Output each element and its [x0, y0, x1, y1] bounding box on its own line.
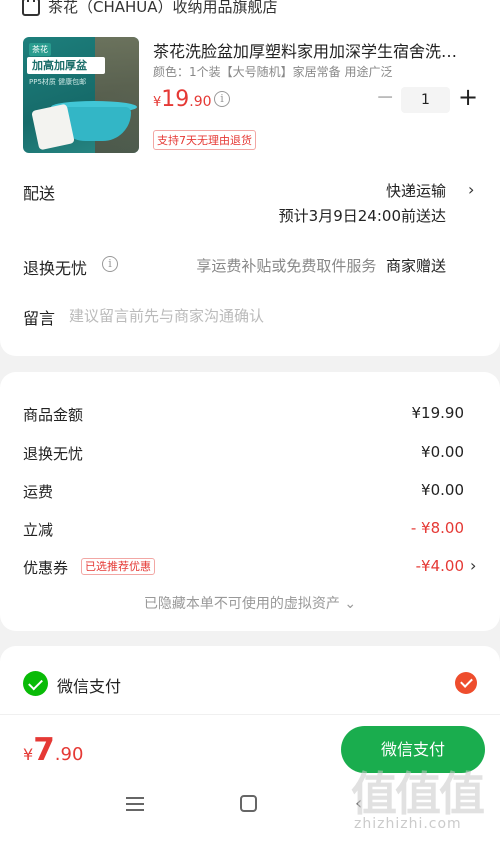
- selected-check-icon[interactable]: [455, 672, 477, 694]
- returns-desc-text: 享运费补贴或免费取件服务: [196, 257, 377, 275]
- product-price: ¥19.90: [153, 87, 212, 112]
- shop-header[interactable]: 茶花（CHAHUA）收纳用品旗舰店: [22, 0, 278, 17]
- total-currency: ¥: [23, 745, 34, 764]
- total-price: ¥7.90: [23, 732, 83, 768]
- returns-info-icon[interactable]: i: [102, 256, 118, 272]
- subtotal-label: 商品金额: [23, 406, 84, 424]
- quantity-input[interactable]: 1: [401, 87, 450, 113]
- delivery-method[interactable]: 快递运输: [386, 180, 446, 201]
- divider: [0, 714, 500, 715]
- back-icon[interactable]: ‹: [355, 793, 362, 814]
- returns-label: 退换无忧: [23, 259, 88, 278]
- coupon-label: 优惠券: [23, 559, 69, 577]
- returns-gift-text: 商家赠送: [385, 257, 446, 275]
- payment-card: 微信支付 ¥7.90 微信支付 ‹ 值值值 zhizhizhi.com: [0, 646, 500, 841]
- product-spec[interactable]: 颜色：1个装【大号随机】家居常备 用途广泛: [153, 63, 475, 80]
- quantity-minus-button[interactable]: −: [376, 87, 394, 109]
- note-label: 留言: [23, 309, 56, 328]
- note-input[interactable]: 建议留言前先与商家沟通确认: [69, 305, 264, 326]
- price-info-icon[interactable]: i: [214, 91, 230, 107]
- image-brand-tag: 茶花: [29, 43, 51, 56]
- returns-fee-label: 退换无忧: [23, 445, 84, 463]
- product-title[interactable]: 茶花洗脸盆加厚塑料家用加深学生宿舍洗…: [153, 38, 475, 62]
- coupon-value[interactable]: -¥4.00: [416, 557, 464, 575]
- image-subtext: PP5材质 健康包邮: [29, 78, 87, 86]
- subtotal-value: ¥19.90: [411, 404, 465, 422]
- returns-fee-value: ¥0.00: [421, 443, 464, 461]
- total-integer: 7: [33, 732, 55, 768]
- shipping-fee-value: ¥0.00: [421, 481, 464, 499]
- coupon-badge: 已选推荐优惠: [81, 558, 155, 575]
- total-decimal: .90: [54, 744, 84, 765]
- price-breakdown-card: 商品金额 ¥19.90 退换无忧 ¥0.00 运费 ¥0.00 立减 - ¥8.…: [0, 372, 500, 631]
- delivery-label: 配送: [23, 184, 56, 203]
- returns-description: 享运费补贴或免费取件服务 商家赠送: [196, 255, 446, 276]
- price-integer: 19: [161, 87, 190, 112]
- home-icon[interactable]: [240, 795, 257, 812]
- wechat-pay-icon: [23, 671, 48, 696]
- price-decimal: .90: [189, 94, 212, 110]
- shop-name: 茶花（CHAHUA）收纳用品旗舰店: [48, 0, 278, 16]
- product-image[interactable]: 茶花 加高加厚盆 PP5材质 健康包邮: [23, 37, 139, 153]
- delivery-chevron-icon[interactable]: ›: [468, 180, 474, 199]
- image-banner: 加高加厚盆: [27, 57, 105, 74]
- pay-button[interactable]: 微信支付: [341, 726, 485, 773]
- order-card: 茶花（CHAHUA）收纳用品旗舰店 茶花 加高加厚盆 PP5材质 健康包邮 茶花…: [0, 0, 500, 356]
- return-policy-badge: 支持7天无理由退货: [153, 130, 256, 150]
- menu-icon[interactable]: [126, 797, 144, 811]
- shipping-fee-label: 运费: [23, 483, 54, 501]
- payment-method-label[interactable]: 微信支付: [57, 673, 121, 697]
- hidden-assets-toggle[interactable]: 已隐藏本单不可使用的虚拟资产 ⌄: [0, 593, 500, 613]
- shop-icon: [22, 0, 40, 16]
- delivery-eta: 预计3月9日24:00前送达: [278, 207, 446, 225]
- discount-label: 立减: [23, 521, 54, 539]
- quantity-plus-button[interactable]: +: [458, 85, 478, 109]
- coupon-chevron-icon[interactable]: ›: [470, 556, 476, 575]
- system-nav-bar: ‹: [0, 792, 500, 822]
- discount-value: - ¥8.00: [410, 519, 464, 537]
